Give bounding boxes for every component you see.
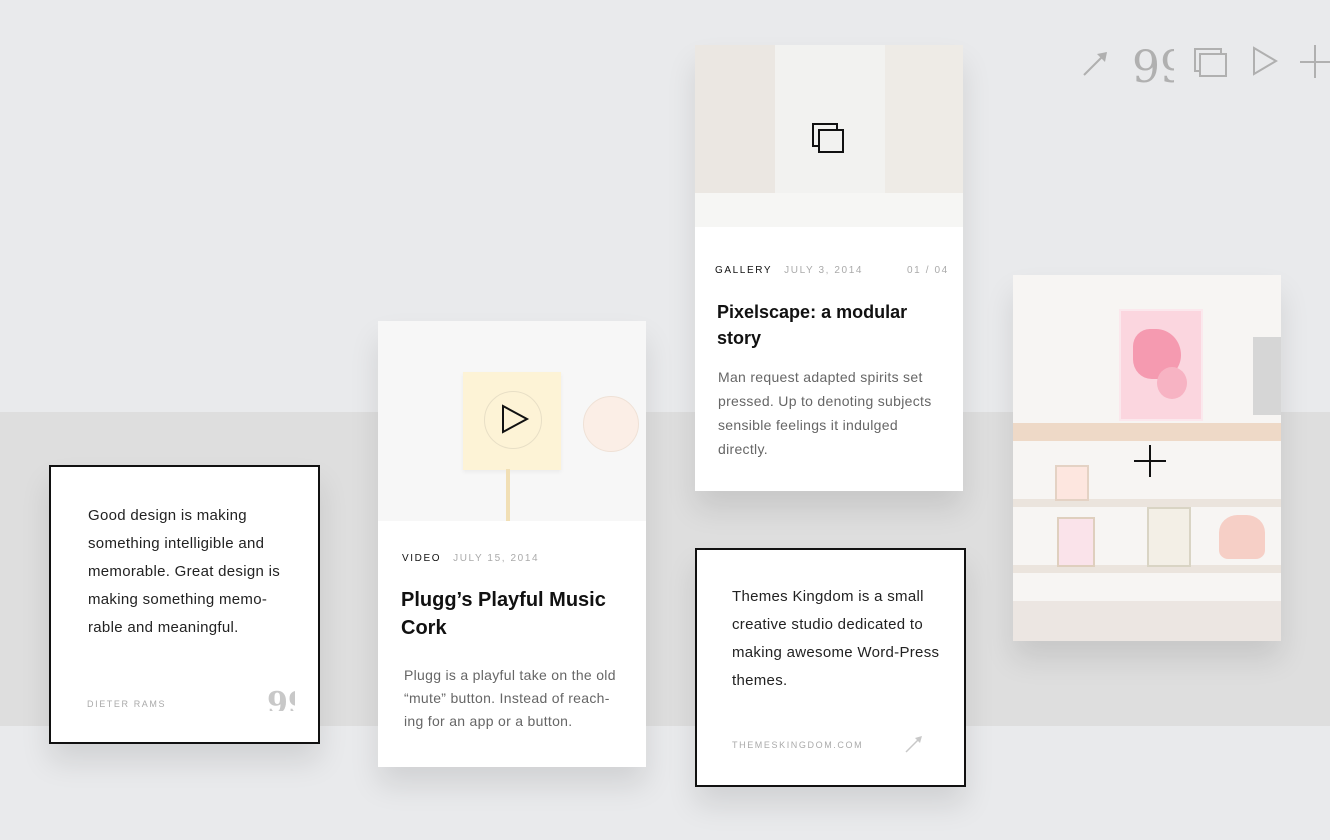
shelf-top <box>1013 423 1281 441</box>
quote-card[interactable]: Good design is making something intellig… <box>49 465 320 744</box>
link-card[interactable]: Themes Kingdom is a small creative studi… <box>695 548 966 787</box>
quote-author: DIETER RAMS <box>87 699 167 709</box>
dark-panel <box>1253 337 1281 415</box>
cork-disc <box>583 396 639 452</box>
post-category[interactable]: VIDEO <box>402 553 441 564</box>
gallery-icon[interactable] <box>812 123 846 158</box>
post-title[interactable]: Plugg’s Playful Music Cork <box>401 586 623 642</box>
play-icon[interactable] <box>500 403 530 440</box>
post-excerpt: Plugg is a playful take on the old “mute… <box>404 667 616 729</box>
post-title[interactable]: Pixelscape: a modular story <box>717 299 937 351</box>
video-thumbnail[interactable] <box>378 321 646 521</box>
cork-cable <box>506 469 510 521</box>
aisle-floor <box>695 193 963 227</box>
pink-chair <box>1219 515 1265 559</box>
svg-text:99: 99 <box>1132 42 1174 86</box>
svg-text:99: 99 <box>267 687 295 711</box>
post-category[interactable]: GALLERY <box>715 265 772 276</box>
image-post-card[interactable] <box>1013 275 1281 641</box>
plant-frame <box>1147 507 1191 567</box>
gallery-counter: 01 / 04 <box>907 265 949 276</box>
plus-icon[interactable] <box>1300 40 1330 91</box>
quote-icon: 99 <box>267 686 309 721</box>
quote-text: Good design is making something intellig… <box>88 507 281 636</box>
gallery-icon[interactable] <box>1192 40 1228 91</box>
small-frame <box>1055 465 1089 501</box>
post-format-toolbar: 99 <box>1080 40 1330 93</box>
gallery-thumbnail[interactable] <box>695 45 963 227</box>
video-meta: VIDEO JULY 15, 2014 <box>402 553 539 564</box>
link-arrow-icon[interactable] <box>1080 40 1112 91</box>
play-icon[interactable] <box>1250 40 1280 91</box>
video-post-card[interactable]: VIDEO JULY 15, 2014 Plugg’s Playful Music… <box>378 321 646 767</box>
plus-icon[interactable] <box>1134 445 1166 482</box>
pink-artwork <box>1119 309 1203 421</box>
post-date: JULY 3, 2014 <box>784 265 864 276</box>
bottom-frame <box>1057 517 1095 567</box>
link-url[interactable]: THEMESKINGDOM.COM <box>732 740 863 750</box>
gallery-meta: GALLERY JULY 3, 2014 <box>715 265 863 276</box>
post-date: JULY 15, 2014 <box>453 553 540 564</box>
quote-icon[interactable]: 99 <box>1130 40 1188 93</box>
shelf-middle <box>1013 499 1281 507</box>
link-text: Themes Kingdom is a small creative studi… <box>732 588 940 689</box>
link-arrow-icon[interactable] <box>903 733 925 760</box>
gallery-post-card[interactable]: GALLERY JULY 3, 2014 01 / 04 Pixelscape: … <box>695 45 963 491</box>
floor <box>1013 601 1281 641</box>
post-excerpt: Man request adapted spirits set pressed.… <box>718 369 932 457</box>
